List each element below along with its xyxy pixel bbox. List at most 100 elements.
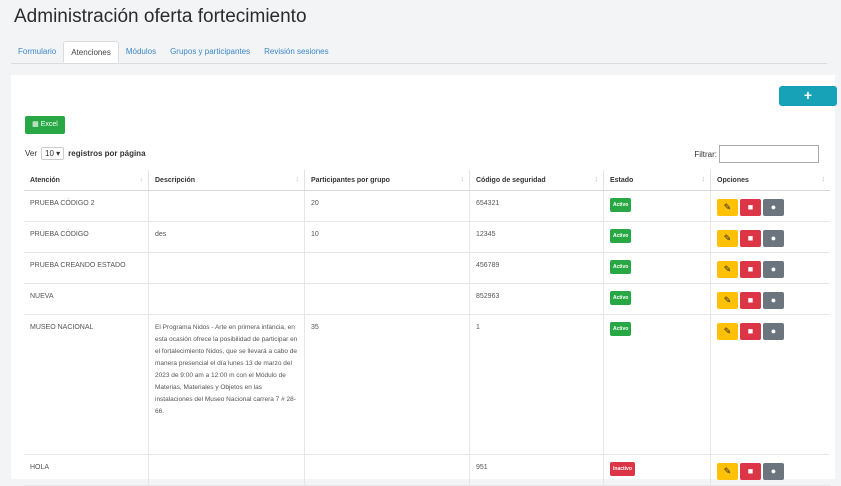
tab-modulos[interactable]: Módulos — [119, 41, 163, 63]
users-icon[interactable]: ● — [763, 323, 784, 340]
users-icon[interactable]: ● — [763, 199, 784, 216]
cell-participantes: 35 — [304, 314, 470, 455]
sort-icon: ↕ — [594, 176, 599, 183]
status-badge: Inactivo — [610, 462, 635, 476]
trash-icon[interactable]: ■ — [740, 292, 761, 309]
cell-participantes — [304, 252, 470, 284]
cell-atencion: PRUEBA CREANDO ESTADO — [24, 252, 149, 284]
col-estado[interactable]: Estado ↕ — [603, 170, 711, 191]
cell-opciones: ✎ ■ ● — [710, 454, 830, 486]
cell-opciones: ✎ ■ ● — [710, 252, 830, 284]
tab-atenciones[interactable]: Atenciones — [63, 41, 119, 63]
col-participantes[interactable]: Participantes por grupo ↕ — [304, 170, 470, 191]
cell-codigo: 951 — [469, 454, 604, 486]
cell-descripcion — [148, 454, 305, 486]
cell-atencion: PRUEBA CÓDIGO 2 — [24, 190, 149, 222]
trash-icon[interactable]: ■ — [740, 261, 761, 278]
users-icon[interactable]: ● — [763, 230, 784, 247]
file-excel-icon: ▦ — [32, 121, 41, 128]
col-atencion[interactable]: Atención ↓ — [24, 170, 149, 191]
col-label: Descripción — [155, 176, 196, 184]
status-badge: Activo — [610, 198, 632, 212]
cell-codigo: 1 — [469, 314, 604, 455]
cell-codigo: 654321 — [469, 190, 604, 222]
page-title: Administración oferta fortecimiento — [14, 6, 307, 27]
col-descripcion[interactable]: Descripción ↕ — [148, 170, 305, 191]
users-icon[interactable]: ● — [763, 261, 784, 278]
pencil-icon[interactable]: ✎ — [717, 323, 738, 340]
users-icon[interactable]: ● — [763, 292, 784, 309]
cell-codigo: 456789 — [469, 252, 604, 284]
chevron-down-icon: ▾ — [56, 149, 61, 158]
col-label: Opciones — [717, 176, 749, 184]
pencil-icon[interactable]: ✎ — [717, 292, 738, 309]
cell-descripcion: des — [148, 221, 305, 253]
pencil-icon[interactable]: ✎ — [717, 261, 738, 278]
table-row: PRUEBA CÓDIGO 2 20 654321 Activo ✎ ■ ● — [24, 190, 830, 222]
cell-opciones: ✎ ■ ● — [710, 221, 830, 253]
sort-desc-icon: ↓ — [139, 176, 144, 183]
trash-icon[interactable]: ■ — [740, 323, 761, 340]
tab-bar: Formulario Atenciones Módulos Grupos y p… — [11, 41, 827, 64]
cell-descripcion — [148, 190, 305, 222]
page-length-select[interactable]: 10 ▾ — [41, 147, 65, 160]
status-badge: Activo — [610, 260, 632, 274]
cell-atencion: NUEVA — [24, 283, 149, 315]
col-label: Atención — [30, 176, 60, 184]
trash-icon[interactable]: ■ — [740, 230, 761, 247]
col-label: Código de seguridad — [476, 176, 546, 184]
page-length-control: Ver 10 ▾ registros por página — [25, 147, 146, 160]
cell-estado: Activo — [603, 190, 711, 222]
add-button[interactable]: + — [779, 86, 837, 106]
excel-label: Excel — [40, 121, 58, 128]
show-label: Ver — [25, 149, 38, 158]
col-opciones[interactable]: Opciones ↕ — [710, 170, 830, 191]
filter-control: Filtrar: — [694, 145, 819, 163]
cell-codigo: 12345 — [469, 221, 604, 253]
cell-estado: Activo — [603, 314, 711, 455]
pencil-icon[interactable]: ✎ — [717, 199, 738, 216]
cell-opciones: ✎ ■ ● — [710, 314, 830, 455]
status-badge: Activo — [610, 291, 632, 305]
cell-opciones: ✎ ■ ● — [710, 283, 830, 315]
sort-icon: ↕ — [295, 176, 300, 183]
cell-atencion: PRUEBA CÓDIGO — [24, 221, 149, 253]
pencil-icon[interactable]: ✎ — [717, 463, 738, 480]
cell-descripcion — [148, 283, 305, 315]
sort-icon: ↕ — [701, 176, 706, 183]
pencil-icon[interactable]: ✎ — [717, 230, 738, 247]
col-codigo[interactable]: Código de seguridad ↕ — [469, 170, 604, 191]
trash-icon[interactable]: ■ — [740, 199, 761, 216]
excel-export-button[interactable]: ▦ Excel — [25, 116, 65, 134]
cell-atencion: MUSEO NACIONAL — [24, 314, 149, 455]
tab-grupos-participantes[interactable]: Grupos y participantes — [163, 41, 257, 63]
trash-icon[interactable]: ■ — [740, 463, 761, 480]
atenciones-table: Atención ↓ Descripción ↕ Participantes por… — [24, 170, 830, 486]
cell-atencion: HOLA — [24, 454, 149, 486]
cell-estado: Activo — [603, 283, 711, 315]
cell-participantes: 10 — [304, 221, 470, 253]
cell-participantes — [304, 454, 470, 486]
cell-participantes: 20 — [304, 190, 470, 222]
cell-opciones: ✎ ■ ● — [710, 190, 830, 222]
table-row: PRUEBA CÓDIGO des 10 12345 Activo ✎ ■ ● — [24, 221, 830, 253]
tab-revision-sesiones[interactable]: Revisión sesiones — [257, 41, 335, 63]
cell-codigo: 852963 — [469, 283, 604, 315]
cell-estado: Activo — [603, 221, 711, 253]
cell-estado: Inactivo — [603, 454, 711, 486]
table-row: NUEVA 852963 Activo ✎ ■ ● — [24, 283, 830, 315]
table-header-row: Atención ↓ Descripción ↕ Participantes por… — [24, 170, 830, 191]
users-icon[interactable]: ● — [763, 463, 784, 480]
cell-descripcion: El Programa Nidos - Arte en primera infa… — [148, 314, 305, 455]
col-label: Participantes por grupo — [311, 176, 390, 184]
filter-input[interactable] — [719, 145, 819, 163]
status-badge: Activo — [610, 322, 632, 336]
page-length-value: 10 — [45, 149, 54, 158]
status-badge: Activo — [610, 229, 632, 243]
table-row: PRUEBA CREANDO ESTADO 456789 Activo ✎ ■ ● — [24, 252, 830, 284]
sort-icon: ↕ — [821, 176, 826, 183]
col-label: Estado — [610, 176, 634, 184]
cell-estado: Activo — [603, 252, 711, 284]
tab-formulario[interactable]: Formulario — [11, 41, 63, 63]
filter-label: Filtrar: — [694, 149, 717, 159]
